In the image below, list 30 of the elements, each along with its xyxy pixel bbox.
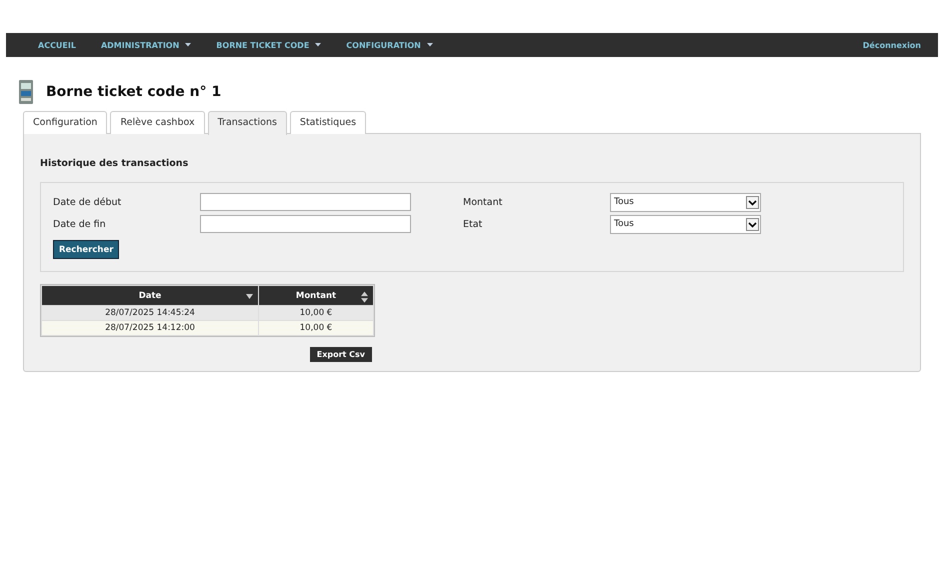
search-button[interactable]: Rechercher [53, 240, 120, 259]
table-cell: 10,00 € [259, 321, 373, 335]
table-cell: 28/07/2025 14:12:00 [42, 321, 258, 335]
page-title: Borne ticket code n° 1 [46, 84, 222, 100]
tab[interactable]: Statistiques [290, 111, 366, 134]
tab[interactable]: Transactions [208, 111, 287, 135]
table-cell: 28/07/2025 14:45:24 [42, 306, 258, 320]
tab[interactable]: Relève cashbox [110, 111, 205, 134]
dropdown-select[interactable]: Tous [610, 214, 761, 234]
column-header[interactable]: Montant [259, 286, 373, 305]
nav-menu-item[interactable]: ADMINISTRATION [100, 40, 192, 50]
field-label: Date de fin [53, 218, 107, 230]
date-input-field[interactable] [200, 193, 411, 211]
column-header[interactable]: Date [42, 286, 258, 305]
dropdown-select[interactable]: Tous [610, 192, 761, 212]
field-label: Montant [463, 196, 504, 208]
section-title: Historique des transactions [40, 158, 190, 169]
chevron-down-icon [746, 218, 759, 230]
logout-link[interactable]: Déconnexion [862, 40, 921, 50]
kiosk-icon [18, 80, 34, 104]
date-input-field[interactable] [200, 215, 411, 233]
nav-menu-item[interactable]: ACCUEIL [38, 40, 76, 50]
chevron-down-icon [746, 196, 759, 208]
nav-menu-item[interactable]: BORNE TICKET CODE [216, 40, 322, 50]
export-button[interactable]: Export Csv [310, 347, 372, 362]
tab[interactable]: Configuration [23, 111, 108, 134]
field-label: Etat [463, 218, 484, 230]
field-label: Date de début [53, 196, 122, 208]
nav-menu-item[interactable]: CONFIGURATION [346, 40, 433, 50]
table-cell: 10,00 € [259, 306, 373, 320]
